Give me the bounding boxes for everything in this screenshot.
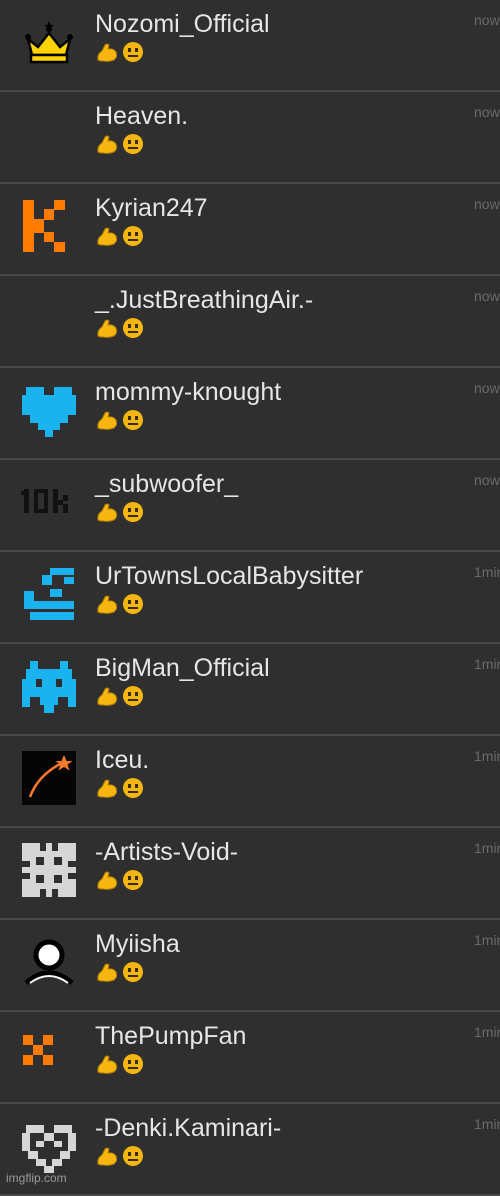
status-emojis — [95, 593, 145, 615]
timestamp: now — [474, 380, 500, 396]
timestamp: 1min — [474, 1024, 500, 1040]
avatar-empty[interactable] — [20, 289, 78, 347]
username[interactable]: ThePumpFan — [95, 1022, 246, 1050]
status-emojis — [95, 869, 145, 891]
neutral-face-icon — [121, 1053, 145, 1075]
status-emojis — [95, 41, 145, 63]
username[interactable]: Kyrian247 — [95, 194, 208, 222]
user-row[interactable]: -Denki.Kaminari- 1min — [0, 1104, 500, 1196]
neutral-face-icon — [121, 685, 145, 707]
status-emojis — [95, 225, 145, 247]
neutral-face-icon — [121, 501, 145, 523]
user-row[interactable]: -Artists-Void- 1min — [0, 828, 500, 920]
timestamp: 1min — [474, 840, 500, 856]
timestamp: now — [474, 196, 500, 212]
person-icon[interactable] — [20, 933, 78, 991]
user-row[interactable]: Myiisha 1min — [0, 920, 500, 1012]
text-10k-icon[interactable] — [20, 473, 78, 531]
neutral-face-icon — [121, 869, 145, 891]
status-emojis — [95, 501, 145, 523]
flexed-biceps-icon — [95, 1053, 119, 1075]
username[interactable]: Heaven. — [95, 102, 188, 130]
neutral-face-icon — [121, 317, 145, 339]
username[interactable]: _subwoofer_ — [95, 470, 238, 498]
flexed-biceps-icon — [95, 317, 119, 339]
username[interactable]: BigMan_Official — [95, 654, 270, 682]
username[interactable]: Myiisha — [95, 930, 180, 958]
pixel-heart-icon[interactable] — [20, 381, 78, 439]
timestamp: now — [474, 104, 500, 120]
status-emojis — [95, 409, 145, 431]
flexed-biceps-icon — [95, 409, 119, 431]
neutral-face-icon — [121, 961, 145, 983]
flexed-biceps-icon — [95, 133, 119, 155]
user-row[interactable]: _subwoofer_ now — [0, 460, 500, 552]
neutral-face-icon — [121, 225, 145, 247]
flexed-biceps-icon — [95, 1145, 119, 1167]
timestamp: 1min — [474, 564, 500, 580]
crown-icon[interactable] — [20, 13, 78, 71]
shooting-star-icon[interactable] — [20, 749, 78, 807]
status-emojis — [95, 317, 145, 339]
pixel-k-icon[interactable] — [20, 197, 78, 255]
username[interactable]: mommy-knought — [95, 378, 281, 406]
flexed-biceps-icon — [95, 225, 119, 247]
user-row[interactable]: BigMan_Official 1min — [0, 644, 500, 736]
neutral-face-icon — [121, 409, 145, 431]
user-row[interactable]: mommy-knought now — [0, 368, 500, 460]
pixel-invader-icon[interactable] — [20, 657, 78, 715]
flexed-biceps-icon — [95, 685, 119, 707]
status-emojis — [95, 961, 145, 983]
timestamp: 1min — [474, 656, 500, 672]
timestamp: 1min — [474, 1116, 500, 1132]
neutral-face-icon — [121, 133, 145, 155]
username[interactable]: _.JustBreathingAir.- — [95, 286, 313, 314]
neutral-face-icon — [121, 41, 145, 63]
neutral-face-icon — [121, 777, 145, 799]
neutral-face-icon — [121, 593, 145, 615]
flexed-biceps-icon — [95, 961, 119, 983]
timestamp: 1min — [474, 932, 500, 948]
username[interactable]: -Denki.Kaminari- — [95, 1114, 281, 1142]
status-emojis — [95, 1053, 145, 1075]
timestamp: now — [474, 472, 500, 488]
neutral-face-icon — [121, 1145, 145, 1167]
user-row[interactable]: UrTownsLocalBabysitter 1min — [0, 552, 500, 644]
flexed-biceps-icon — [95, 869, 119, 891]
pixel-x-icon[interactable] — [20, 1025, 78, 1083]
username[interactable]: Nozomi_Official — [95, 10, 270, 38]
user-row[interactable]: Nozomi_Official now — [0, 0, 500, 92]
status-emojis — [95, 1145, 145, 1167]
user-row[interactable]: Kyrian247 now — [0, 184, 500, 276]
online-user-list: Nozomi_Official now Heaven. now Kyrian24… — [0, 0, 500, 1196]
flexed-biceps-icon — [95, 501, 119, 523]
user-row[interactable]: Iceu. 1min — [0, 736, 500, 828]
username[interactable]: -Artists-Void- — [95, 838, 238, 866]
user-row[interactable]: _.JustBreathingAir.- now — [0, 276, 500, 368]
user-row[interactable]: ThePumpFan 1min — [0, 1012, 500, 1104]
status-emojis — [95, 777, 145, 799]
watermark: imgflip.com — [6, 1171, 67, 1185]
username[interactable]: UrTownsLocalBabysitter — [95, 562, 363, 590]
flexed-biceps-icon — [95, 41, 119, 63]
pixel-heart-outline-icon[interactable] — [20, 1117, 78, 1175]
timestamp: now — [474, 12, 500, 28]
avatar-empty[interactable] — [20, 105, 78, 163]
pixel-puzzle-icon[interactable] — [20, 841, 78, 899]
username[interactable]: Iceu. — [95, 746, 149, 774]
status-emojis — [95, 133, 145, 155]
flexed-biceps-icon — [95, 777, 119, 799]
timestamp: now — [474, 288, 500, 304]
user-row[interactable]: Heaven. now — [0, 92, 500, 184]
timestamp: 1min — [474, 748, 500, 764]
flexed-biceps-icon — [95, 593, 119, 615]
status-emojis — [95, 685, 145, 707]
pixel-face-icon[interactable] — [20, 565, 78, 623]
